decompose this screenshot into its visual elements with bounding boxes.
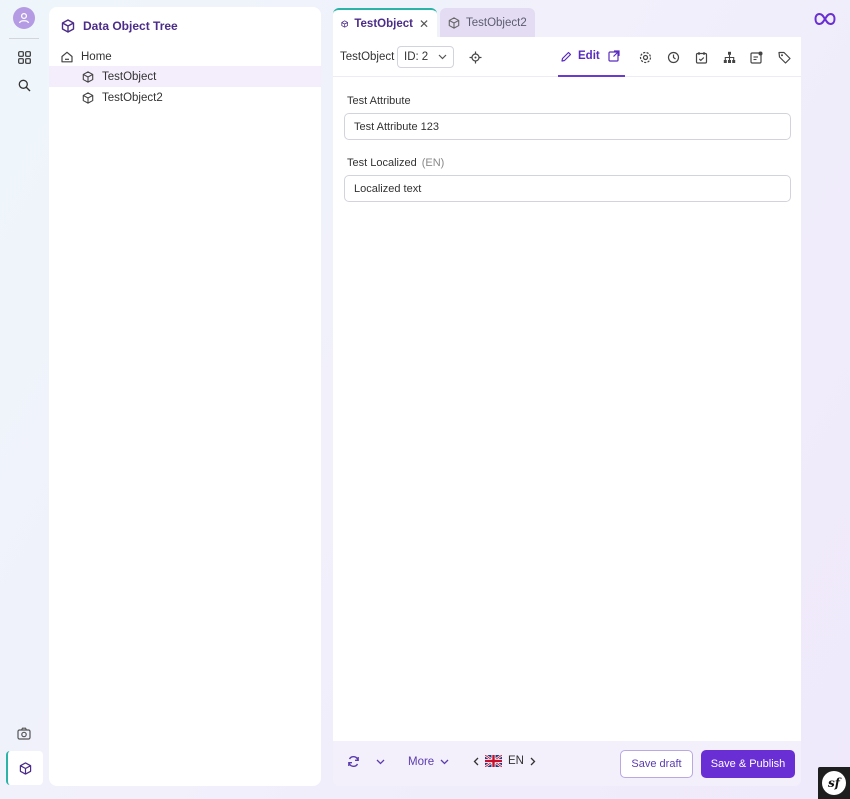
gear-icon[interactable]	[637, 49, 653, 65]
reload-options-chevron-down-icon[interactable]	[376, 759, 385, 765]
tag-icon[interactable]	[776, 49, 792, 65]
user-avatar[interactable]	[13, 7, 35, 29]
editor-footer: More EN Save draft Save & Publish	[333, 741, 801, 786]
rail-divider	[9, 38, 39, 39]
cube-icon	[341, 19, 348, 28]
object-editor-panel: TestObject ID: 2 Edit Test Attribute Tes…	[333, 37, 801, 741]
data-object-tree-panel: Data Object Tree Home TestObject TestObj…	[49, 7, 321, 786]
field-label-text: Test Attribute	[347, 95, 411, 107]
tab-edit[interactable]: Edit	[558, 37, 625, 77]
search-icon[interactable]	[14, 75, 34, 95]
tree-item-label: TestObject2	[102, 91, 163, 104]
edit-label: Edit	[578, 50, 600, 62]
save-publish-button[interactable]: Save & Publish	[701, 750, 795, 778]
camera-icon[interactable]	[14, 723, 34, 743]
tree-item-testobject2[interactable]: TestObject2	[49, 87, 321, 108]
chevron-down-icon	[440, 759, 449, 765]
more-label: More	[408, 756, 435, 768]
id-value: 2	[421, 51, 429, 63]
tree-item-label: TestObject	[102, 70, 157, 83]
cube-icon	[19, 761, 32, 775]
more-button[interactable]: More	[408, 756, 449, 768]
data-objects-nav[interactable]	[6, 751, 43, 785]
schedule-icon[interactable]	[693, 49, 709, 65]
test-localized-input[interactable]	[344, 175, 791, 202]
left-rail	[0, 0, 48, 799]
id-select[interactable]: ID: 2	[397, 46, 454, 68]
language-code[interactable]: EN	[508, 755, 524, 767]
user-icon	[18, 12, 30, 24]
object-name: TestObject	[340, 51, 395, 63]
tree-item-testobject[interactable]: TestObject	[49, 66, 321, 87]
close-icon[interactable]: ✕	[419, 17, 429, 31]
locate-icon[interactable]	[467, 49, 483, 65]
tab-label: TestObject2	[466, 16, 527, 29]
cube-icon	[82, 70, 94, 83]
open-external-icon[interactable]	[608, 50, 620, 62]
hierarchy-icon[interactable]	[721, 49, 737, 65]
reload-icon[interactable]	[347, 755, 360, 768]
history-icon[interactable]	[665, 49, 681, 65]
dashboard-icon[interactable]	[14, 47, 34, 67]
symfony-toolbar-toggle[interactable]: sf	[818, 767, 850, 799]
home-icon	[61, 51, 73, 62]
test-attribute-input[interactable]	[344, 113, 791, 140]
notes-icon[interactable]	[748, 49, 764, 65]
id-label: ID:	[404, 51, 419, 63]
test-attribute-label: Test Attribute	[347, 95, 411, 107]
app-logo-icon	[814, 12, 836, 29]
chevron-right-icon[interactable]	[530, 757, 536, 766]
editor-toolbar: TestObject ID: 2 Edit	[333, 37, 801, 77]
tree-item-home[interactable]: Home	[49, 46, 321, 67]
language-switcher: EN	[473, 755, 536, 767]
field-label-text: Test Localized	[347, 157, 417, 169]
locale-qualifier: (EN)	[421, 157, 445, 169]
tab-testobject[interactable]: TestObject ✕	[333, 8, 437, 37]
tree-header: Data Object Tree	[61, 19, 178, 33]
tree-title: Data Object Tree	[83, 19, 178, 33]
tab-label: TestObject	[354, 17, 413, 30]
tree-item-label: Home	[81, 50, 112, 63]
uk-flag-icon	[485, 755, 502, 767]
cube-icon	[61, 19, 75, 33]
pencil-icon	[561, 51, 572, 62]
cube-icon	[448, 16, 460, 29]
symfony-logo-icon: sf	[822, 771, 846, 795]
cube-icon	[82, 91, 94, 104]
save-draft-button[interactable]: Save draft	[620, 750, 693, 778]
tab-testobject2[interactable]: TestObject2	[440, 8, 535, 37]
test-localized-label: Test Localized (EN)	[347, 157, 444, 169]
chevron-down-icon	[438, 54, 447, 60]
chevron-left-icon[interactable]	[473, 757, 479, 766]
